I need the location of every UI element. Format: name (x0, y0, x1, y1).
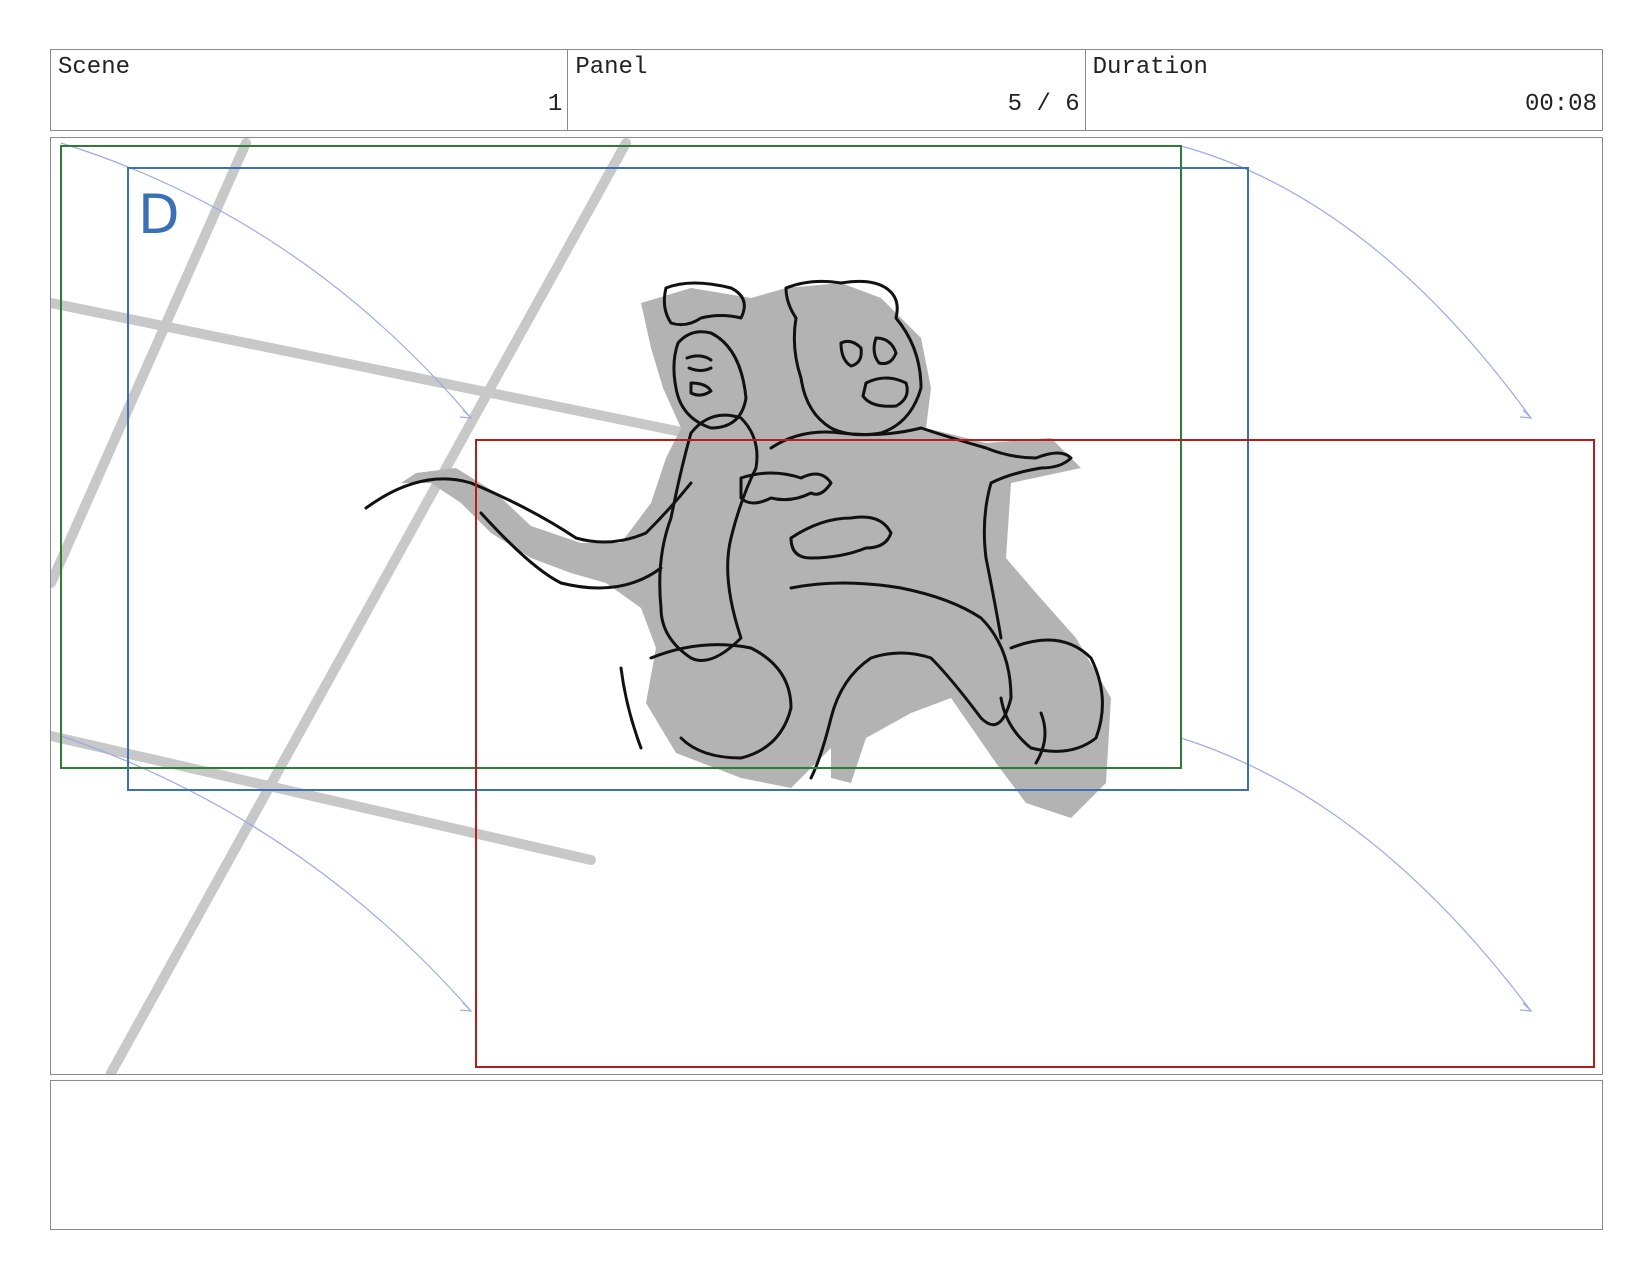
panel-cell: Panel 5 / 6 (568, 50, 1086, 130)
leg-line-left (619, 666, 643, 750)
bg-line-4 (51, 731, 596, 865)
panel-number: 5 / 6 (1007, 91, 1080, 118)
panel-label: Panel (575, 54, 648, 81)
scene-label: Scene (58, 54, 131, 81)
motion-path-top-right (1180, 145, 1532, 419)
scene-number: 1 (547, 91, 563, 118)
duration-label: Duration (1092, 54, 1208, 81)
scene-cell: Scene 1 (51, 50, 569, 130)
motion-path-bottom-left (60, 735, 472, 1012)
frame-letter-label: D (138, 183, 180, 246)
panel-notes[interactable] (50, 1080, 1603, 1230)
storyboard-panel: D (50, 137, 1603, 1075)
motion-path-bottom-right (1180, 737, 1532, 1012)
duration-cell: Duration 00:08 (1086, 50, 1602, 130)
character-sketch (364, 279, 1111, 818)
duration-value: 00:08 (1524, 91, 1597, 118)
background-lines (51, 138, 716, 1074)
panel-header: Scene 1 Panel 5 / 6 Duration 00:08 (50, 49, 1603, 131)
panel-drawing: D (51, 138, 1595, 1074)
